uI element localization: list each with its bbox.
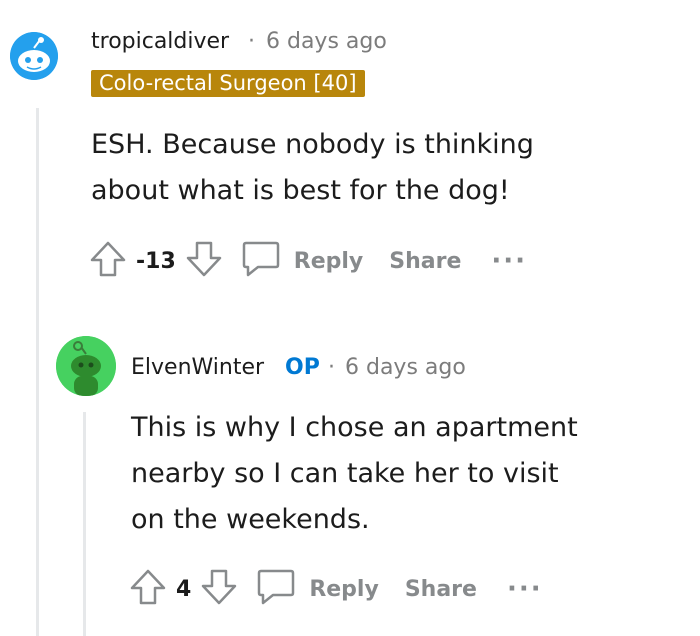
meta-separator: · [248, 29, 255, 54]
comment-line: about what is best for the dog! [91, 175, 510, 206]
comment-line: on the weekends. [131, 504, 370, 535]
action-row: 4 Reply Share ··· [128, 567, 543, 611]
vote-score: -13 [136, 248, 176, 274]
timestamp[interactable]: 6 days ago [345, 355, 466, 380]
more-dots-icon[interactable]: ··· [491, 248, 527, 274]
user-flair: Colo-rectal Surgeon [40] [91, 70, 365, 97]
comment-line: nearby so I can take her to visit [131, 458, 559, 489]
reply-label: Reply [293, 248, 364, 274]
comment-body: This is why I chose an apartment nearby … [131, 405, 578, 543]
downvote-icon[interactable] [199, 567, 239, 611]
comment-bubble-icon [240, 238, 282, 284]
upvote-icon[interactable] [88, 239, 128, 283]
meta-separator: · [328, 355, 335, 380]
comment-bubble-icon [255, 566, 297, 612]
upvote-icon[interactable] [128, 567, 168, 611]
thread-line-2[interactable] [83, 412, 86, 636]
username[interactable]: tropicaldiver [91, 29, 229, 54]
more-dots-icon[interactable]: ··· [507, 576, 543, 602]
op-badge: OP [285, 355, 320, 380]
timestamp[interactable]: 6 days ago [266, 29, 387, 54]
thread-line-1[interactable] [36, 108, 39, 636]
reply-label: Reply [309, 576, 379, 602]
comment-body: ESH. Because nobody is thinking about wh… [91, 122, 534, 214]
comment-line: This is why I chose an apartment [131, 412, 578, 443]
snoo-avatar-icon [56, 336, 116, 396]
snoo-avatar-icon [10, 32, 58, 80]
avatar[interactable] [56, 336, 116, 396]
avatar[interactable] [10, 32, 58, 80]
username[interactable]: ElvenWinter [131, 355, 264, 380]
share-button[interactable]: Share [405, 577, 477, 602]
downvote-icon[interactable] [184, 239, 224, 283]
action-row: -13 Reply Share ··· [88, 239, 527, 283]
share-button[interactable]: Share [389, 249, 461, 274]
comment-line: ESH. Because nobody is thinking [91, 129, 534, 160]
reply-button[interactable]: Reply [240, 238, 364, 284]
reply-button[interactable]: Reply [255, 566, 379, 612]
vote-score: 4 [176, 576, 192, 602]
